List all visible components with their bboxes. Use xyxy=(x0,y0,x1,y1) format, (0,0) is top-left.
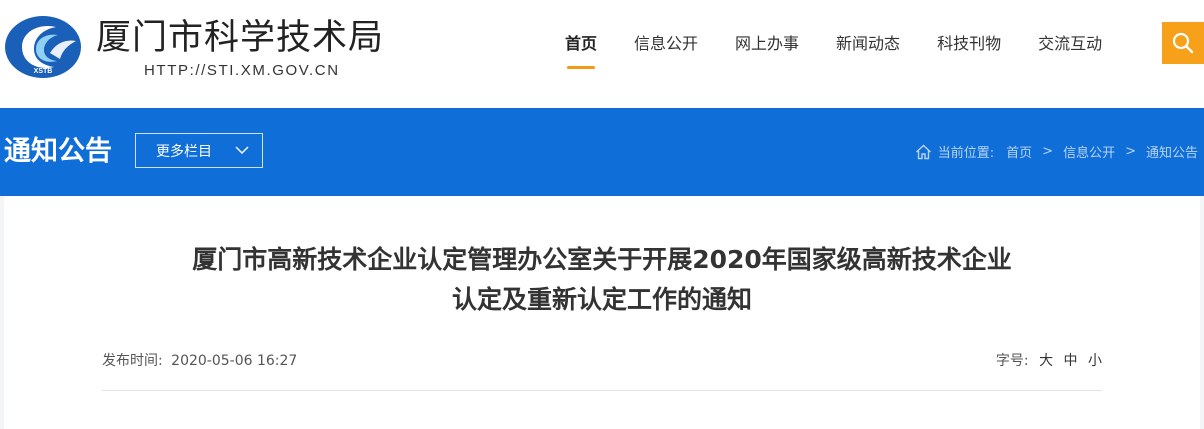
publish-info: 发布时间: 2020-05-06 16:27 xyxy=(102,350,297,370)
nav-item-news[interactable]: 新闻动态 xyxy=(822,26,914,66)
site-name[interactable]: 厦门市科学技术局 xyxy=(96,14,384,62)
nav-item-home[interactable]: 首页 xyxy=(551,26,611,69)
nav-item-publications[interactable]: 科技刊物 xyxy=(923,26,1015,66)
font-size-controls: 字号: 大 中 小 xyxy=(996,350,1102,370)
section-title: 通知公告 xyxy=(4,136,112,167)
font-size-small[interactable]: 小 xyxy=(1088,353,1102,369)
logo-emblem-icon[interactable]: XSTB xyxy=(2,13,84,81)
meta-divider xyxy=(102,390,1102,391)
font-size-medium[interactable]: 中 xyxy=(1064,353,1078,369)
breadcrumb-separator: > xyxy=(1042,144,1054,159)
font-size-large[interactable]: 大 xyxy=(1039,353,1053,369)
article-meta: 发布时间: 2020-05-06 16:27 字号: 大 中 小 xyxy=(102,350,1102,374)
nav-item-info-disclosure[interactable]: 信息公开 xyxy=(620,26,712,66)
site-header: XSTB 厦门市科学技术局 HTTP://STI.XM.GOV.CN 首页 信息… xyxy=(0,0,1204,108)
search-button[interactable] xyxy=(1162,22,1204,64)
home-icon xyxy=(915,144,932,160)
nav-item-online-services[interactable]: 网上办事 xyxy=(721,26,813,66)
breadcrumb-info-disclosure[interactable]: 信息公开 xyxy=(1063,142,1115,161)
publish-time: 2020-05-06 16:27 xyxy=(171,353,298,369)
nav-item-interaction[interactable]: 交流互动 xyxy=(1024,26,1116,66)
breadcrumb-prefix: 当前位置: xyxy=(937,146,995,161)
article-title: 厦门市高新技术企业认定管理办公室关于开展2020年国家级高新技术企业 认定及重新… xyxy=(4,240,1200,320)
breadcrumb-separator: > xyxy=(1125,144,1136,159)
more-columns-button[interactable]: 更多栏目 xyxy=(135,133,263,168)
article-container: 厦门市高新技术企业认定管理办公室关于开展2020年国家级高新技术企业 认定及重新… xyxy=(4,196,1200,429)
article-title-line2: 认定及重新认定工作的通知 xyxy=(451,285,752,314)
publish-label: 发布时间: xyxy=(102,353,163,369)
more-columns-label: 更多栏目 xyxy=(156,143,212,160)
main-nav: 首页 信息公开 网上办事 新闻动态 科技刊物 交流互动 xyxy=(551,26,1125,69)
site-url: HTTP://STI.XM.GOV.CN xyxy=(144,62,340,79)
search-icon xyxy=(1172,32,1194,54)
logo-badge: XSTB xyxy=(34,68,53,75)
font-size-label: 字号: xyxy=(995,353,1029,369)
breadcrumb: 当前位置: 首页 > 信息公开 > 通知公告 xyxy=(915,142,1198,161)
section-banner: 通知公告 更多栏目 当前位置: 首页 > 信息公开 > 通知公告 xyxy=(0,108,1204,196)
article-title-line1: 厦门市高新技术企业认定管理办公室关于开展2020年国家级高新技术企业 xyxy=(192,245,1012,274)
chevron-down-icon xyxy=(235,146,249,155)
breadcrumb-home[interactable]: 首页 xyxy=(1006,142,1032,161)
breadcrumb-notices[interactable]: 通知公告 xyxy=(1146,142,1198,161)
